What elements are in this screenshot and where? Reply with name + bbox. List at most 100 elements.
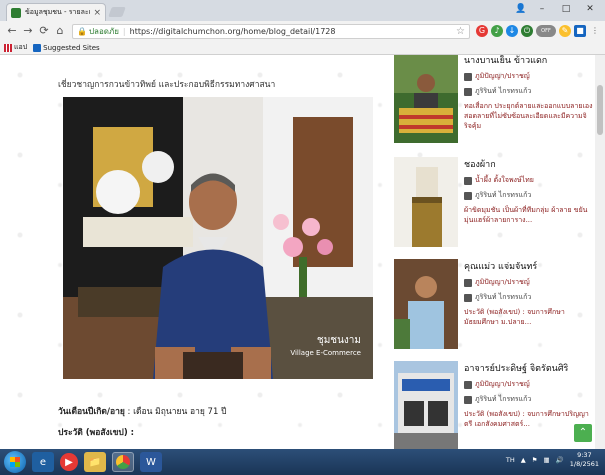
card-title[interactable]: อาจารย์ประดิษฐ์ จิตรัตนศิริ (464, 361, 594, 375)
tag-icon (464, 72, 472, 81)
forward-icon[interactable]: → (20, 23, 36, 39)
apps-label: แอป (14, 43, 28, 51)
ie-taskbar-icon[interactable]: e (32, 452, 54, 472)
history-label: ประวัติ (พอสังเขป) : (58, 428, 135, 438)
minimize-button[interactable]: – (531, 2, 553, 16)
window-controls: 👤 – □ ✕ (513, 2, 601, 16)
windows-taskbar: e ▶ 📁 W TH ▲ ⚑ ▦ 🔊 9:37 1/8/2561 (0, 449, 605, 475)
tab-title: ข้อมูลชุมชน - รายละเอียดภูมิปัญ (25, 8, 91, 16)
bookmark-icon (33, 43, 42, 52)
clock-date: 1/8/2561 (569, 460, 599, 468)
watermark-line-1: ชุมชนงาม (316, 335, 361, 346)
related-card[interactable]: นางบานเย็น ข้าวแดก ภูมิปัญญา/ปราชญ์ ภูริ… (394, 55, 594, 148)
card-thumbnail[interactable] (394, 157, 458, 247)
network-icon[interactable]: ▦ (544, 456, 550, 464)
tag-icon (464, 176, 472, 185)
author-icon (464, 87, 472, 96)
article: เชี่ยวชาญการกวนข้าวทิพย์ และประกอบพิธีกร… (58, 55, 378, 449)
card-description: ผ้าขิดมุมชัน เป็นผ้าที่ทีมกลุ่ม ผ้าลาย ข… (464, 206, 588, 224)
related-sidebar: นางบานเย็น ข้าวแดก ภูมิปัญญา/ปราชญ์ ภูริ… (394, 55, 594, 449)
word-taskbar-icon[interactable]: W (140, 452, 162, 472)
related-card[interactable]: ชองผ้าก น้ำผึ้ง ตั้งใจพงษ์ไทย ภูริรินท์ … (394, 157, 594, 252)
card-author[interactable]: ภูริรินท์ ไกรทรแก้ว (464, 394, 594, 405)
card-thumbnail[interactable] (394, 361, 458, 449)
page-scrollbar[interactable] (595, 55, 605, 449)
clock-time: 9:37 (577, 451, 592, 459)
menu-icon[interactable]: ⋮ (589, 25, 601, 37)
bookmarks-bar: แอป Suggested Sites (0, 41, 605, 55)
extension-download-icon[interactable]: ↓ (506, 25, 518, 37)
author-icon (464, 395, 472, 404)
apps-grid-icon (4, 43, 12, 52)
system-tray: TH ▲ ⚑ ▦ 🔊 9:37 1/8/2561 (506, 451, 599, 469)
card-title[interactable]: คุณแม่ว แจ่มจันทร์ (464, 259, 594, 273)
tag-icon (464, 278, 472, 287)
reload-icon[interactable]: ⟳ (36, 23, 52, 39)
birth-info: วันเดือนปีเกิด/อายุ : เดือน มิถุนายน อาย… (58, 404, 226, 418)
card-category[interactable]: น้ำผึ้ง ตั้งใจพงษ์ไทย (464, 175, 594, 186)
card-category[interactable]: ภูมิปัญญา/ปราชญ์ (464, 277, 594, 288)
back-icon[interactable]: ← (4, 23, 20, 39)
tab-strip: ข้อมูลชุมชน - รายละเอียดภูมิปัญ × 👤 – □ … (0, 0, 605, 21)
address-bar[interactable]: 🔒 ปลอดภัย | https://digitalchumchon.org/… (72, 23, 470, 39)
browser-tab[interactable]: ข้อมูลชุมชน - รายละเอียดภูมิปัญ × (6, 3, 106, 21)
flag-icon[interactable]: ⚑ (532, 456, 538, 464)
extension-toggle-icon[interactable]: OFF (536, 25, 556, 37)
card-category[interactable]: ภูมิปัญญา/ปราชญ์ (464, 71, 594, 82)
suggested-sites-label: Suggested Sites (43, 43, 100, 52)
apps-bookmark[interactable]: แอป (4, 42, 27, 53)
card-thumbnail[interactable] (394, 55, 458, 143)
start-button[interactable] (4, 451, 26, 473)
user-icon[interactable]: 👤 (513, 2, 529, 16)
back-to-top-button[interactable]: ⌃ (574, 424, 592, 442)
extension-square-icon[interactable]: ■ (574, 25, 586, 37)
card-thumbnail[interactable] (394, 259, 458, 349)
card-title[interactable]: นางบานเย็น ข้าวแดก (464, 55, 594, 67)
author-icon (464, 191, 472, 200)
site-favicon-icon (11, 7, 21, 18)
author-icon (464, 293, 472, 302)
card-description: ประวัติ (พอสังเขป) : จบการศึกษามัธยมศึกษ… (464, 308, 565, 326)
suggested-sites-bookmark[interactable]: Suggested Sites (33, 43, 100, 52)
address-url[interactable]: https://digitalchumchon.org/home/blog_de… (130, 27, 456, 36)
tray-arrow-icon[interactable]: ▲ (521, 456, 526, 464)
card-author[interactable]: ภูริรินท์ ไกรทรแก้ว (464, 190, 594, 201)
language-indicator[interactable]: TH (506, 456, 515, 464)
lock-icon: 🔒 (77, 26, 87, 36)
chrome-taskbar-icon[interactable] (112, 452, 134, 472)
extension-headphones-icon[interactable]: ♪ (491, 25, 503, 37)
related-card[interactable]: คุณแม่ว แจ่มจันทร์ ภูมิปัญญา/ปราชญ์ ภูริ… (394, 259, 594, 354)
maximize-button[interactable]: □ (555, 2, 577, 16)
folder-taskbar-icon[interactable]: 📁 (84, 452, 106, 472)
card-description: ทอเสื่อกก ประยุกต์ลายและออกแบบลายเอง สอด… (464, 102, 593, 130)
secure-label: ปลอดภัย (88, 26, 119, 36)
windows-logo-icon (10, 457, 20, 467)
volume-icon[interactable]: 🔊 (556, 456, 564, 464)
bookmark-star-icon[interactable]: ☆ (456, 26, 465, 37)
new-tab-button[interactable] (108, 7, 126, 17)
extensions: G ♪ ↓ ⏻ OFF ✎ ■ ⋮ (476, 25, 601, 37)
photo-watermark: ชุมชนงาม Village E-Commerce (290, 335, 361, 359)
card-author[interactable]: ภูริรินท์ ไกรทรแก้ว (464, 86, 594, 97)
home-icon[interactable]: ⌂ (52, 23, 68, 39)
close-window-button[interactable]: ✕ (579, 2, 601, 16)
related-card[interactable]: อาจารย์ประดิษฐ์ จิตรัตนศิริ ภูมิปัญญา/ปร… (394, 361, 594, 449)
scrollbar-thumb[interactable] (597, 85, 603, 135)
tag-icon (464, 380, 472, 389)
tab-close-button[interactable]: × (93, 8, 101, 18)
extension-g-icon[interactable]: G (476, 25, 488, 37)
browser-toolbar: ← → ⟳ ⌂ 🔒 ปลอดภัย | https://digitalchumc… (0, 21, 605, 41)
page-viewport: เชี่ยวชาญการกวนข้าวทิพย์ และประกอบพิธีกร… (0, 55, 605, 449)
birth-label: วันเดือนปีเกิด/อายุ (58, 407, 125, 417)
birth-value: : เดือน มิถุนายน อายุ 71 ปี (124, 407, 227, 417)
article-caption: เชี่ยวชาญการกวนข้าวทิพย์ และประกอบพิธีกร… (58, 80, 276, 90)
card-title[interactable]: ชองผ้าก (464, 157, 594, 171)
extension-pencil-icon[interactable]: ✎ (559, 25, 571, 37)
card-author[interactable]: ภูริรินท์ ไกรทรแก้ว (464, 292, 594, 303)
card-category[interactable]: ภูมิปัญญา/ปราชญ์ (464, 379, 594, 390)
article-photo: ชุมชนงาม Village E-Commerce (63, 97, 373, 379)
clock[interactable]: 9:37 1/8/2561 (570, 451, 599, 469)
watermark-line-2: Village E-Commerce (290, 349, 361, 357)
extension-power-icon[interactable]: ⏻ (521, 25, 533, 37)
media-player-taskbar-icon[interactable]: ▶ (60, 453, 78, 471)
